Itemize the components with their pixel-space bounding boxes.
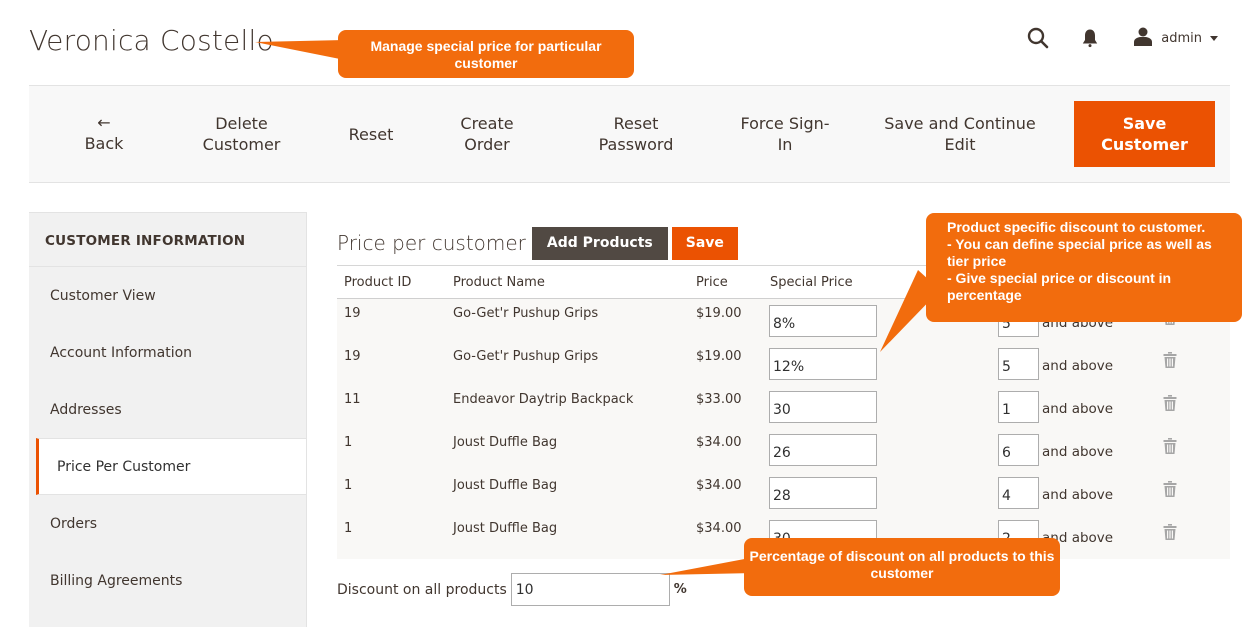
sidebar-item-customer-view[interactable]: Customer View: [29, 267, 306, 324]
table-row: 1 Joust Duffle Bag $34.00 28 4 and above: [337, 471, 1230, 514]
sidebar-item-billing-agreements[interactable]: Billing Agreements: [29, 552, 306, 609]
tier-qty-input[interactable]: 1: [998, 391, 1039, 423]
back-button-label: Back: [84, 133, 124, 153]
user-menu[interactable]: admin: [1133, 27, 1218, 50]
column-header-price: Price: [696, 274, 728, 290]
trash-icon[interactable]: [1163, 352, 1177, 372]
create-order-button[interactable]: Create Order: [447, 86, 527, 182]
back-button[interactable]: ← Back: [74, 86, 134, 182]
section-title: Price per customer: [337, 231, 526, 255]
column-header-special-price: Special Price: [770, 274, 853, 290]
reset-password-button[interactable]: Reset Password: [589, 86, 683, 182]
column-header-product-name: Product Name: [453, 274, 545, 290]
cell-product-id: 1: [344, 435, 353, 450]
save-and-continue-button[interactable]: Save and Continue Edit: [881, 86, 1039, 182]
cell-price: $19.00: [696, 349, 742, 364]
cell-product-name: Joust Duffle Bag: [453, 521, 558, 536]
callout-discount-note: Percentage of discount on all products t…: [744, 538, 1060, 596]
table-row: 11 Endeavor Daytrip Backpack $33.00 30 1 and …: [337, 385, 1230, 428]
qty-suffix: and above: [1042, 401, 1114, 417]
header-actions: admin: [1025, 24, 1218, 52]
page-actions-toolbar: ← Back Delete Customer Reset Create Orde…: [29, 85, 1230, 183]
user-icon: [1133, 27, 1153, 50]
qty-suffix: and above: [1042, 444, 1114, 460]
cell-price: $33.00: [696, 392, 742, 407]
column-header-product-id: Product ID: [344, 274, 412, 290]
cell-product-id: 19: [344, 349, 361, 364]
callout-title-note: Manage special price for particular cust…: [338, 30, 634, 78]
sidebar-item-account-information[interactable]: Account Information: [29, 324, 306, 381]
cell-product-name: Go-Get'r Pushup Grips: [453, 349, 599, 364]
page-title: Veronica Costello: [29, 24, 274, 57]
special-price-input[interactable]: 12%: [769, 348, 877, 380]
cell-product-id: 19: [344, 306, 361, 321]
save-customer-button[interactable]: Save Customer: [1074, 101, 1215, 167]
sidebar-item-price-per-customer[interactable]: Price Per Customer: [36, 438, 306, 495]
force-sign-in-button[interactable]: Force Sign- In: [735, 86, 835, 182]
cell-product-id: 1: [344, 521, 353, 536]
tier-qty-input[interactable]: 6: [998, 434, 1039, 466]
user-name: admin: [1161, 30, 1202, 46]
delete-customer-button[interactable]: Delete Customer: [189, 86, 294, 182]
tier-qty-input[interactable]: 5: [998, 348, 1039, 380]
qty-suffix: and above: [1042, 358, 1114, 374]
reset-button[interactable]: Reset: [339, 86, 403, 182]
cell-price: $34.00: [696, 521, 742, 536]
cell-price: $34.00: [696, 435, 742, 450]
cell-product-name: Endeavor Daytrip Backpack: [453, 392, 634, 407]
sidebar-heading: CUSTOMER INFORMATION: [29, 213, 306, 267]
special-price-input[interactable]: 8%: [769, 305, 877, 337]
qty-suffix: and above: [1042, 487, 1114, 503]
discount-input[interactable]: [510, 573, 670, 606]
discount-unit: %: [673, 582, 687, 597]
special-price-input[interactable]: 30: [769, 391, 877, 423]
trash-icon[interactable]: [1163, 481, 1177, 501]
trash-icon[interactable]: [1163, 438, 1177, 458]
sidebar-item-orders[interactable]: Orders: [29, 495, 306, 552]
arrow-left-icon: ←: [97, 112, 111, 132]
sidebar-item-addresses[interactable]: Addresses: [29, 381, 306, 438]
discount-all-products: Discount on all products %: [337, 573, 687, 606]
save-prices-button[interactable]: Save: [671, 226, 738, 260]
callout-product-line-2: - You can define special price as well a…: [947, 236, 1212, 269]
cell-product-name: Joust Duffle Bag: [453, 478, 558, 493]
table-row: 19 Go-Get'r Pushup Grips $19.00 12% 5 and abo…: [337, 342, 1230, 385]
cell-product-id: 11: [344, 392, 361, 407]
chevron-down-icon: [1210, 35, 1218, 41]
cell-product-name: Go-Get'r Pushup Grips: [453, 306, 599, 321]
special-price-input[interactable]: 28: [769, 477, 877, 509]
customer-info-sidebar: CUSTOMER INFORMATION Customer View Accou…: [29, 212, 307, 627]
discount-label: Discount on all products: [337, 581, 507, 598]
cell-price: $34.00: [696, 478, 742, 493]
trash-icon[interactable]: [1163, 524, 1177, 544]
callout-product-note: Product specific discount to customer. -…: [926, 213, 1242, 322]
tier-qty-input[interactable]: 4: [998, 477, 1039, 509]
grid-body: 19 Go-Get'r Pushup Grips $19.00 8% 5 and abov…: [337, 299, 1230, 559]
callout-product-line-3: - Give special price or discount in perc…: [947, 270, 1172, 303]
add-products-button[interactable]: Add Products: [531, 226, 668, 260]
trash-icon[interactable]: [1163, 395, 1177, 415]
table-row: 1 Joust Duffle Bag $34.00 26 6 and above: [337, 428, 1230, 471]
cell-price: $19.00: [696, 306, 742, 321]
cell-product-name: Joust Duffle Bag: [453, 435, 558, 450]
search-icon[interactable]: [1025, 25, 1051, 51]
callout-product-line-1: Product specific discount to customer.: [947, 219, 1206, 235]
cell-product-id: 1: [344, 478, 353, 493]
bell-icon[interactable]: [1077, 25, 1103, 51]
special-price-input[interactable]: 26: [769, 434, 877, 466]
